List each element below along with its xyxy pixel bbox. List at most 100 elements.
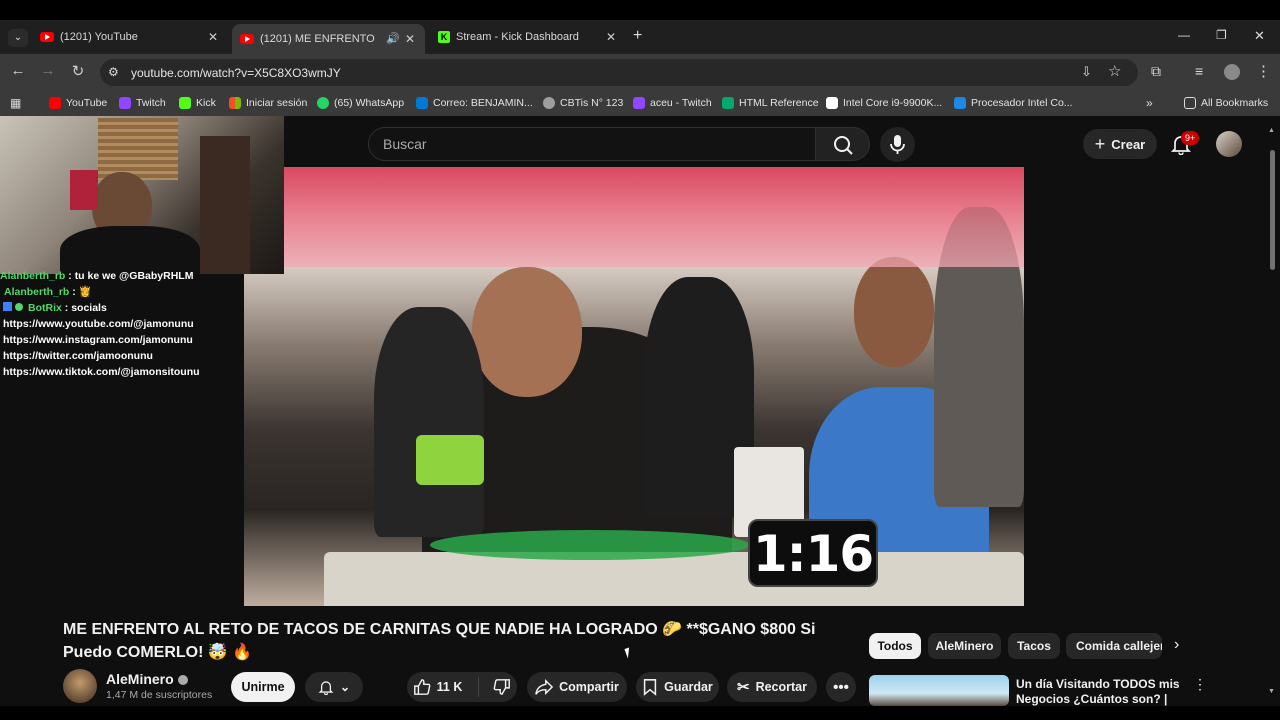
recommendation-title[interactable]: Un día Visitando TODOS mis Negocios ¿Cuá… (1016, 677, 1181, 706)
chip-label: Todos (877, 639, 913, 653)
bookmark-aceu[interactable]: aceu - Twitch (633, 97, 712, 109)
close-tab-icon[interactable]: ✕ (606, 30, 616, 44)
recommendation-thumbnail[interactable] (869, 675, 1009, 706)
avatar[interactable] (1216, 131, 1242, 157)
search-icon (834, 136, 853, 155)
tab-title: (1201) ME ENFRENTO AL R (260, 33, 376, 45)
speaker-icon[interactable]: 🔊 (386, 32, 400, 45)
tab-kick-dashboard[interactable]: K Stream - Kick Dashboard ✕ (430, 24, 626, 50)
chat-text: socials (71, 302, 107, 314)
tab-video[interactable]: (1201) ME ENFRENTO AL R 🔊 ✕ (232, 24, 425, 54)
bookmark-intel-processor[interactable]: Procesador Intel Co... (954, 97, 1073, 109)
more-vertical-icon[interactable]: ⋮ (1193, 676, 1207, 693)
chip-todos[interactable]: Todos (869, 633, 921, 659)
bookmark-twitch[interactable]: Twitch (119, 97, 166, 109)
voice-search-button[interactable] (880, 127, 915, 162)
create-button[interactable]: + Crear (1083, 129, 1157, 159)
chip-aleminero[interactable]: AleMinero (928, 633, 1001, 659)
search-input[interactable] (368, 127, 816, 161)
channel-avatar[interactable] (63, 669, 97, 703)
bookmark-kick[interactable]: Kick (179, 97, 216, 109)
close-tab-icon[interactable]: ✕ (208, 30, 218, 44)
bottom-black-bar (0, 706, 1280, 720)
back-icon[interactable]: ← (8, 62, 28, 79)
chat-link: https://www.youtube.com/@jamonunu (3, 318, 194, 330)
bookmark-html-reference[interactable]: HTML Reference (722, 97, 819, 109)
search-placeholder: Buscar (383, 136, 427, 152)
bookmark-youtube[interactable]: YouTube (49, 97, 107, 109)
bookmark-label: YouTube (66, 97, 108, 109)
bell-icon (318, 681, 334, 695)
w3schools-icon (722, 97, 734, 109)
chat-message: BotRix : socials (3, 300, 244, 316)
bookmark-label: Iniciar sesión (246, 97, 308, 109)
thumbs-up-icon (413, 679, 431, 695)
bookmark-login[interactable]: Iniciar sesión (229, 97, 307, 109)
scrollbar-thumb[interactable] (1270, 150, 1275, 270)
url-text[interactable]: youtube.com/watch?v=X5C8XO3wmJY (131, 66, 341, 80)
webcam-shelf (200, 136, 250, 274)
chip-comida-callejera[interactable]: Comida callejera (1066, 633, 1162, 659)
join-button[interactable]: Unirme (231, 672, 295, 702)
minimize-icon[interactable]: — (1178, 28, 1190, 42)
scroll-down-icon[interactable]: ▼ (1268, 688, 1275, 695)
close-window-icon[interactable]: ✕ (1254, 28, 1265, 44)
chat-separator: : (61, 302, 72, 314)
bookmark-label: Intel Core i9-9900K... (843, 97, 943, 109)
video-frame-person (472, 267, 582, 397)
bot-badge-icon (3, 302, 12, 311)
notifications-badge: 9+ (1181, 131, 1200, 145)
bookmark-label: HTML Reference (739, 97, 819, 109)
subscription-notifications-button[interactable]: ⌄ (305, 672, 363, 702)
bookmark-label: Kick (196, 97, 216, 109)
bookmark-icon (644, 679, 657, 696)
bookmark-cbtis[interactable]: CBTis N° 123 (543, 97, 623, 109)
scroll-up-icon[interactable]: ▲ (1268, 127, 1275, 134)
like-button[interactable]: 11 K (407, 672, 517, 702)
restore-icon[interactable]: ❐ (1216, 28, 1227, 42)
share-button[interactable]: Compartir (527, 672, 627, 702)
tab-title: (1201) YouTube (60, 31, 138, 43)
save-button[interactable]: Guardar (636, 672, 719, 702)
reload-icon[interactable]: ↻ (68, 62, 88, 80)
install-app-icon[interactable]: ⇩ (1081, 64, 1092, 80)
chat-message: Alanberth_rb : tu ke we @GBabyRHLM (0, 268, 244, 284)
chat-message: Alanberth_rb : 👸 (4, 284, 244, 300)
chevron-right-icon[interactable]: › (1174, 636, 1179, 654)
bookmark-whatsapp[interactable]: (65) WhatsApp (317, 97, 404, 109)
tab-search-button[interactable]: ⌄ (8, 29, 28, 47)
bookmark-star-icon[interactable]: ☆ (1108, 62, 1121, 80)
kick-icon (179, 97, 191, 109)
youtube-icon (240, 34, 254, 44)
forward-icon[interactable]: → (38, 62, 58, 79)
search-button[interactable] (815, 127, 870, 161)
bookmark-label: Twitch (136, 97, 166, 109)
extensions-icon[interactable]: ⧉ (1151, 63, 1161, 80)
chat-username: Alanberth_rb (0, 270, 66, 282)
verified-badge-icon (15, 303, 23, 311)
youtube-icon (40, 32, 54, 42)
amazon-icon (826, 97, 838, 109)
browser-menu-icon[interactable]: ⋮ (1256, 62, 1271, 80)
top-black-bar (0, 0, 1280, 20)
new-tab-icon[interactable]: + (633, 27, 642, 45)
bookmark-mail[interactable]: Correo: BENJAMIN... (416, 97, 533, 109)
media-control-icon[interactable]: ≡ (1195, 63, 1203, 79)
video-frame-table (324, 552, 1024, 606)
tab-youtube-home[interactable]: (1201) YouTube ✕ (32, 24, 228, 50)
browser-profile-icon[interactable] (1224, 64, 1240, 80)
more-bookmarks-icon[interactable]: » (1146, 96, 1153, 110)
create-label: Crear (1111, 136, 1146, 152)
all-bookmarks[interactable]: All Bookmarks (1184, 97, 1268, 109)
close-tab-icon[interactable]: ✕ (405, 32, 415, 46)
thumbs-down-icon[interactable] (493, 678, 511, 696)
bookmark-intel-core[interactable]: Intel Core i9-9900K... (826, 97, 942, 109)
chat-link: https://www.instagram.com/jamonunu (3, 334, 193, 346)
chip-tacos[interactable]: Tacos (1008, 633, 1060, 659)
channel-name[interactable]: AleMinero (106, 671, 188, 687)
chat-text: tu ke we @GBabyRHLM (74, 270, 194, 282)
apps-grid-icon[interactable]: ▦ (10, 96, 21, 110)
site-info-icon[interactable]: ⚙ (108, 65, 119, 79)
more-actions-button[interactable]: ••• (826, 672, 856, 702)
clip-button[interactable]: ✂ Recortar (727, 672, 817, 702)
